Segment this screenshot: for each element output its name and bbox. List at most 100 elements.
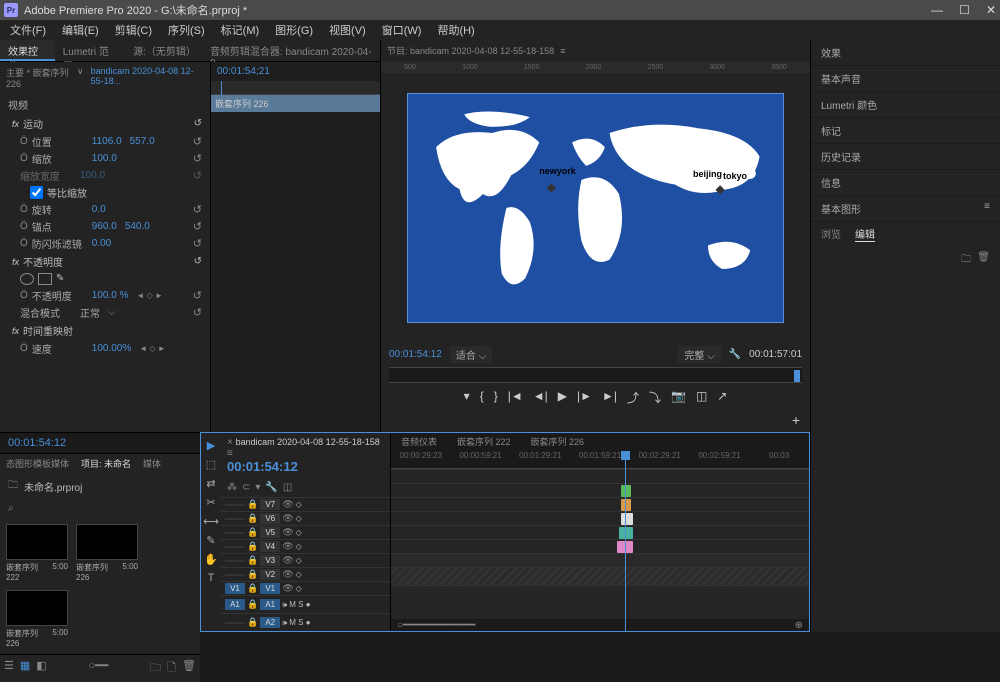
bin-item[interactable]: 嵌套序列 2225:00 xyxy=(6,524,68,582)
src-a1[interactable]: A1 xyxy=(225,599,245,610)
opacity-val[interactable]: 100.0 % xyxy=(92,290,129,301)
uniform-scale-checkbox[interactable] xyxy=(30,186,43,199)
new-layer-icon[interactable]: 🗀 xyxy=(961,252,971,269)
program-video-frame[interactable]: newyork beijing tokyo ◆ ◆ xyxy=(407,93,784,323)
export-icon[interactable]: ↗ xyxy=(717,389,727,406)
play-button[interactable]: ▶ xyxy=(558,389,567,406)
menu-file[interactable]: 文件(F) xyxy=(4,20,52,40)
lift-icon[interactable]: ⤴ xyxy=(627,389,639,406)
marker-tl-icon[interactable]: ▾ xyxy=(255,482,260,493)
step-back-icon[interactable]: ◄| xyxy=(533,389,548,406)
clip[interactable] xyxy=(621,513,633,525)
close-button[interactable]: ✕ xyxy=(986,3,996,17)
track-v7[interactable]: V7 xyxy=(260,499,280,510)
fx-timeremap[interactable]: fx时间重映射 xyxy=(0,321,210,340)
maximize-button[interactable]: ☐ xyxy=(959,3,970,17)
export-frame-icon[interactable]: 📷 xyxy=(671,389,686,406)
ec-nested-clip[interactable]: 嵌套序列 226 xyxy=(211,95,380,112)
menu-edit[interactable]: 编辑(E) xyxy=(56,20,105,40)
tab-audio-mixer[interactable]: 音频剪辑混合器: bandicam 2020-04-0 xyxy=(202,40,380,61)
icon-view-icon[interactable]: ▦ xyxy=(20,659,30,678)
position-x[interactable]: 1106.0 xyxy=(92,136,122,147)
track-v6[interactable]: V6 xyxy=(260,513,280,524)
panel-lumetri-color[interactable]: Lumetri 颜色 xyxy=(811,92,1000,118)
track-a2[interactable]: A2 xyxy=(260,617,280,628)
anchor-x[interactable]: 960.0 xyxy=(92,221,117,232)
pen-tool[interactable]: ✎ xyxy=(206,534,215,547)
panel-markers[interactable]: 标记 xyxy=(811,118,1000,144)
tl-tab-audiometer[interactable]: 音频仪表 xyxy=(391,433,447,451)
lock-icon[interactable]: 🔒 xyxy=(247,499,258,510)
out-point-icon[interactable]: } xyxy=(494,389,498,406)
fx-opacity[interactable]: fx不透明度↺ xyxy=(0,252,210,271)
menu-sequence[interactable]: 序列(S) xyxy=(162,20,211,40)
anchor-y[interactable]: 540.0 xyxy=(125,221,150,232)
cc-icon[interactable]: ◫ xyxy=(283,482,292,493)
eye-icon[interactable]: 👁 xyxy=(282,499,293,510)
tracks-area[interactable] xyxy=(391,469,809,619)
sequence-name[interactable]: bandicam 2020-04-08 12-55-18-158 xyxy=(236,437,380,447)
list-view-icon[interactable]: ☰ xyxy=(4,659,14,678)
menu-window[interactable]: 窗口(W) xyxy=(376,20,428,40)
reset-icon[interactable]: ↺ xyxy=(193,135,202,148)
track-v1[interactable]: V1 xyxy=(260,583,280,594)
panel-history[interactable]: 历史记录 xyxy=(811,144,1000,170)
program-scrubber[interactable] xyxy=(389,367,802,383)
rotation-val[interactable]: 0.0 xyxy=(92,204,106,215)
selection-tool[interactable]: ▶ xyxy=(207,439,215,452)
mask-pen-icon[interactable]: ✎ xyxy=(56,273,70,285)
tab-media[interactable]: 媒体 xyxy=(137,454,167,474)
mask-ellipse-icon[interactable] xyxy=(20,273,34,285)
menu-clip[interactable]: 剪辑(C) xyxy=(109,20,158,40)
fx-motion[interactable]: fx运动↺ xyxy=(0,114,210,133)
tab-lumetri-scopes[interactable]: Lumetri 范围 xyxy=(55,40,125,61)
eg-browse-tab[interactable]: 浏览 xyxy=(821,226,841,242)
trash-icon[interactable]: 🗑 xyxy=(182,659,196,678)
razor-tool[interactable]: ✂ xyxy=(206,496,215,509)
goto-out-icon[interactable]: ►| xyxy=(602,389,617,406)
panel-info[interactable]: 信息 xyxy=(811,170,1000,196)
wrench-icon[interactable]: 🔧 xyxy=(729,349,741,360)
menu-graphics[interactable]: 图形(G) xyxy=(269,20,319,40)
marker-icon[interactable]: ▾ xyxy=(464,389,470,406)
minimize-button[interactable]: — xyxy=(931,3,943,17)
panel-effects[interactable]: 效果 xyxy=(811,40,1000,66)
tab-project[interactable]: 项目: 未命名 xyxy=(75,454,137,474)
type-tool[interactable]: T xyxy=(208,572,215,584)
resolution-select[interactable]: 完整 ⌵ xyxy=(678,346,720,363)
track-v4[interactable]: V4 xyxy=(260,541,280,552)
src-v1[interactable]: V1 xyxy=(225,583,245,594)
new-item-icon[interactable]: 🗋 xyxy=(167,659,176,678)
antiflicker-val[interactable]: 0.00 xyxy=(92,238,111,249)
tab-mogrt[interactable]: 态图形模板媒体 xyxy=(0,454,75,474)
source-timecode[interactable]: 00:01:54:12 xyxy=(0,432,200,453)
bin-item[interactable]: 嵌套序列 2265:00 xyxy=(6,590,68,648)
tl-close-icon[interactable]: × xyxy=(227,437,233,448)
track-select-tool[interactable]: ⬚ xyxy=(206,458,216,471)
timeline-timecode[interactable]: 00:01:54:12 xyxy=(227,459,384,474)
tl-tab-nested226[interactable]: 嵌套序列 226 xyxy=(521,433,595,451)
eg-edit-tab[interactable]: 编辑 xyxy=(855,226,875,242)
menu-markers[interactable]: 标记(M) xyxy=(215,20,266,40)
freeform-view-icon[interactable]: ◧ xyxy=(36,659,46,678)
eg-trash-icon[interactable]: 🗑 xyxy=(977,252,990,269)
search-icon[interactable]: ⌕ xyxy=(8,503,14,514)
speed-val[interactable]: 100.00% xyxy=(92,343,131,354)
goto-in-icon[interactable]: |◄ xyxy=(508,389,523,406)
playhead[interactable] xyxy=(625,451,626,631)
blend-mode-select[interactable]: 正常 xyxy=(80,305,100,320)
timeline-ruler[interactable]: 00:00:29:2300:00:59:2100:01:29:2100:01:5… xyxy=(391,451,809,469)
menu-help[interactable]: 帮助(H) xyxy=(431,20,480,40)
track-v3[interactable]: V3 xyxy=(260,555,280,566)
tab-source[interactable]: 源:（无剪辑） xyxy=(125,40,202,61)
settings-icon[interactable]: 🔧 xyxy=(265,482,277,493)
program-tc-left[interactable]: 00:01:54:12 xyxy=(389,349,442,360)
in-point-icon[interactable]: { xyxy=(480,389,484,406)
step-fwd-icon[interactable]: |► xyxy=(577,389,592,406)
add-button-icon[interactable]: + xyxy=(792,412,800,428)
track-v2[interactable]: V2 xyxy=(260,569,280,580)
tl-tab-nested222[interactable]: 嵌套序列 222 xyxy=(447,433,521,451)
compare-icon[interactable]: ◫ xyxy=(696,389,707,406)
slip-tool[interactable]: ⟷ xyxy=(203,515,219,528)
track-a1[interactable]: A1 xyxy=(260,599,280,610)
